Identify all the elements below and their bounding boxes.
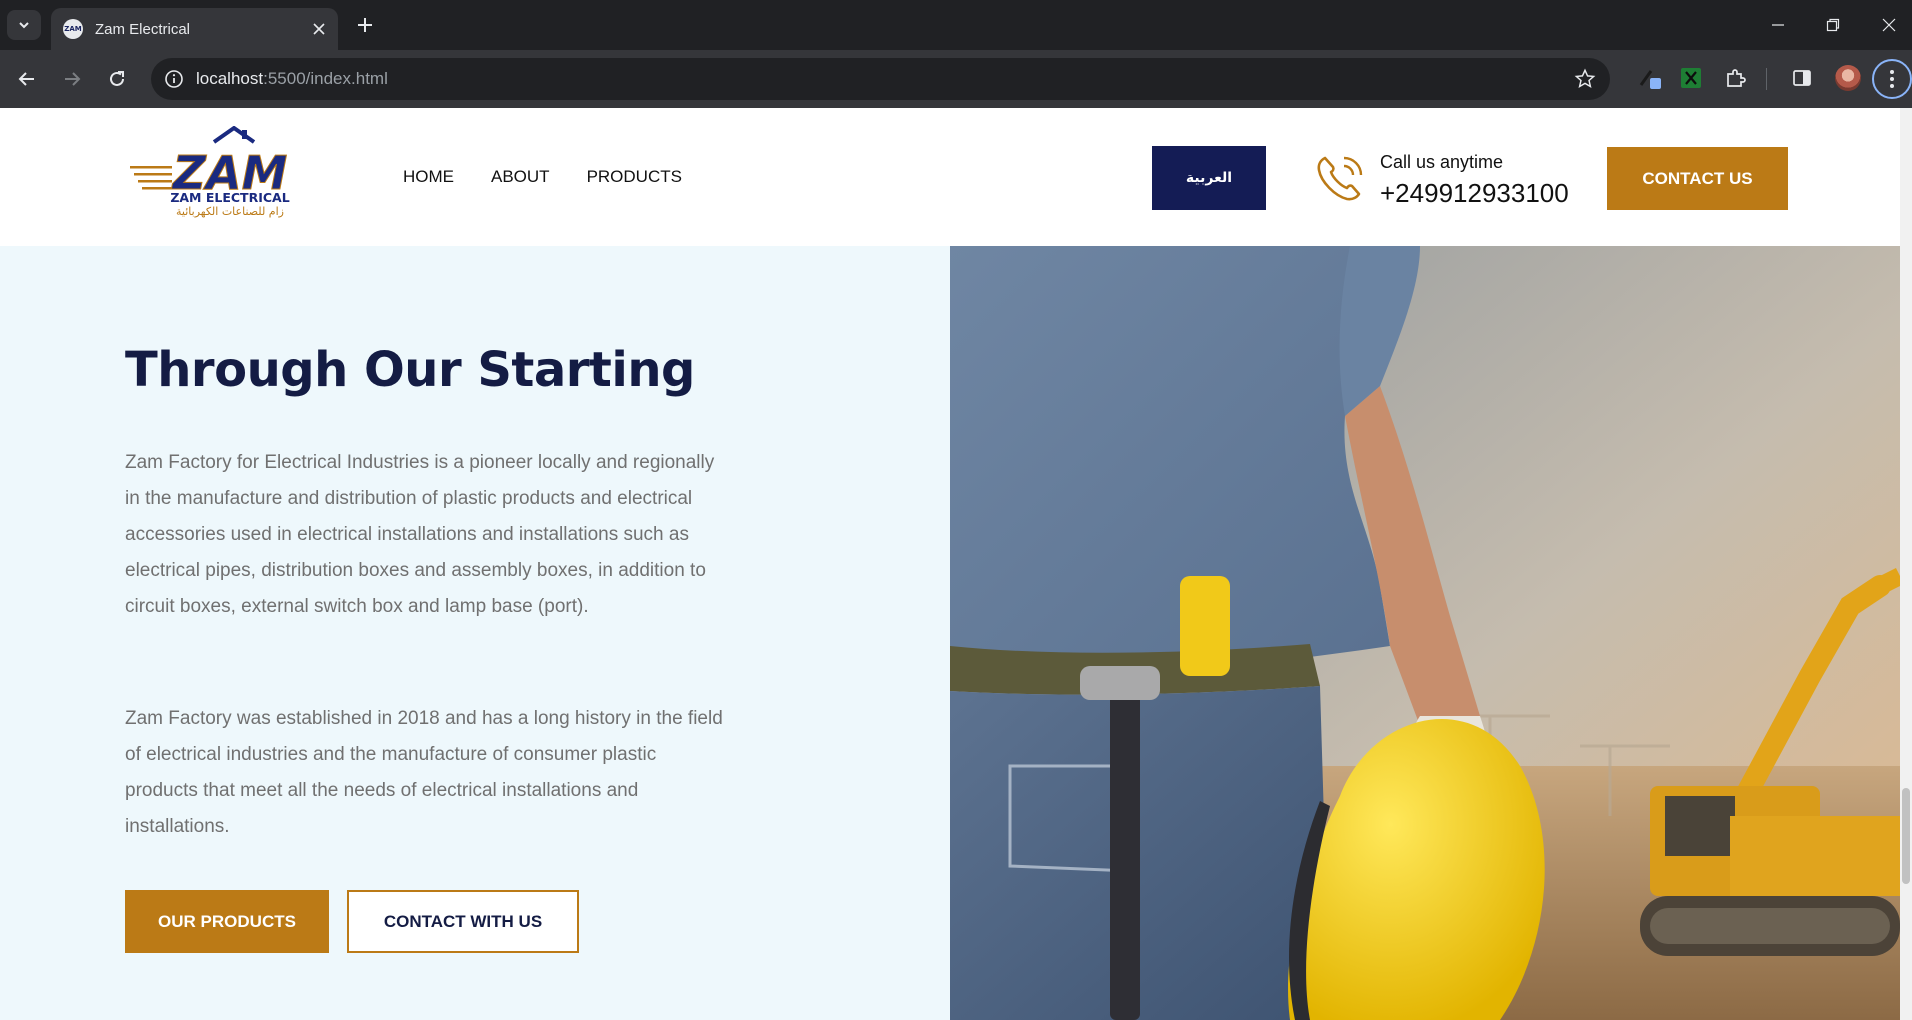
web-page: ZAM ZAM ELECTRICAL زام للصناعات الكهربائ… — [0, 108, 1900, 1020]
close-window-icon[interactable] — [1866, 0, 1912, 50]
site-header: ZAM ZAM ELECTRICAL زام للصناعات الكهربائ… — [0, 108, 1900, 246]
zam-logo[interactable]: ZAM ZAM ELECTRICAL زام للصناعات الكهربائ… — [130, 126, 295, 218]
tab-title: Zam Electrical — [95, 20, 191, 38]
language-toggle-button[interactable]: العربية — [1152, 146, 1266, 210]
phone-icon — [1317, 156, 1363, 201]
our-products-button[interactable]: OUR PRODUCTS — [125, 890, 329, 953]
url-text[interactable]: localhost:5500/index.html — [196, 58, 388, 100]
svg-text:ZAM ELECTRICAL: ZAM ELECTRICAL — [170, 190, 289, 205]
page-scrollbar[interactable] — [1900, 108, 1912, 1020]
restore-icon[interactable] — [1810, 0, 1856, 50]
nav-home[interactable]: HOME — [403, 167, 454, 187]
puzzle-icon[interactable] — [1722, 64, 1750, 92]
star-icon[interactable] — [1574, 68, 1596, 90]
close-icon[interactable] — [306, 16, 332, 42]
hero-title: Through Our Starting — [125, 342, 695, 398]
hero-section: Through Our Starting Zam Factory for Ele… — [0, 246, 950, 1020]
more-icon[interactable] — [1872, 59, 1912, 99]
minimize-icon[interactable] — [1755, 0, 1801, 50]
main-nav: HOME ABOUT PRODUCTS — [403, 167, 682, 187]
hero-paragraph-2: Zam Factory was established in 2018 and … — [125, 708, 723, 837]
info-icon[interactable] — [164, 69, 184, 89]
address-bar[interactable]: localhost:5500/index.html — [151, 58, 1610, 100]
tab-strip: ZAM Zam Electrical — [0, 0, 1912, 50]
hero-worker-image — [950, 246, 1900, 1020]
call-label: Call us anytime — [1380, 152, 1504, 172]
nav-products[interactable]: PRODUCTS — [587, 167, 682, 187]
back-icon[interactable] — [10, 62, 44, 96]
contact-with-us-button[interactable]: CONTACT WITH US — [347, 890, 579, 953]
plus-icon[interactable] — [350, 10, 380, 40]
browser-toolbar: localhost:5500/index.html — [0, 50, 1912, 108]
toolbar-divider — [1766, 68, 1767, 90]
side-panel-icon[interactable] — [1788, 64, 1816, 92]
tab-list-icon[interactable] — [7, 10, 41, 40]
svg-text:زام للصناعات الكهربائية: زام للصناعات الكهربائية — [176, 205, 284, 218]
excel-extension-icon[interactable] — [1677, 64, 1705, 92]
hero-paragraph-1: Zam Factory for Electrical Industries is… — [125, 452, 715, 617]
contact-us-button[interactable]: CONTACT US — [1607, 147, 1788, 210]
scrollbar-thumb[interactable] — [1902, 788, 1910, 884]
nav-about[interactable]: ABOUT — [491, 167, 550, 187]
forward-icon[interactable] — [55, 62, 89, 96]
tab-favicon: ZAM — [63, 19, 83, 39]
profile-avatar[interactable] — [1835, 65, 1861, 91]
reload-icon[interactable] — [100, 62, 134, 96]
extension-icon[interactable] — [1636, 64, 1664, 92]
active-tab[interactable]: ZAM Zam Electrical — [51, 8, 338, 50]
call-number[interactable]: +24991293310​0 — [1380, 178, 1569, 209]
